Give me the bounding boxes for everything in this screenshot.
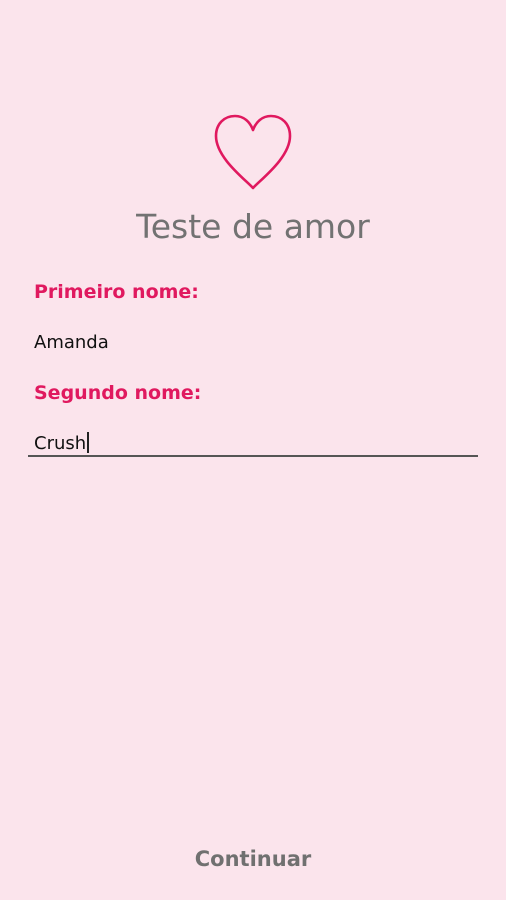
- first-name-field[interactable]: Amanda: [34, 332, 109, 353]
- heart-icon: [214, 114, 292, 190]
- page-title: Teste de amor: [136, 207, 370, 246]
- text-cursor: [87, 432, 90, 453]
- first-name-label: Primeiro nome:: [34, 281, 199, 303]
- second-name-field[interactable]: Crush: [28, 425, 478, 457]
- second-name-label: Segundo nome:: [34, 382, 202, 404]
- continue-button[interactable]: Continuar: [0, 847, 506, 871]
- second-name-value: Crush: [34, 432, 90, 454]
